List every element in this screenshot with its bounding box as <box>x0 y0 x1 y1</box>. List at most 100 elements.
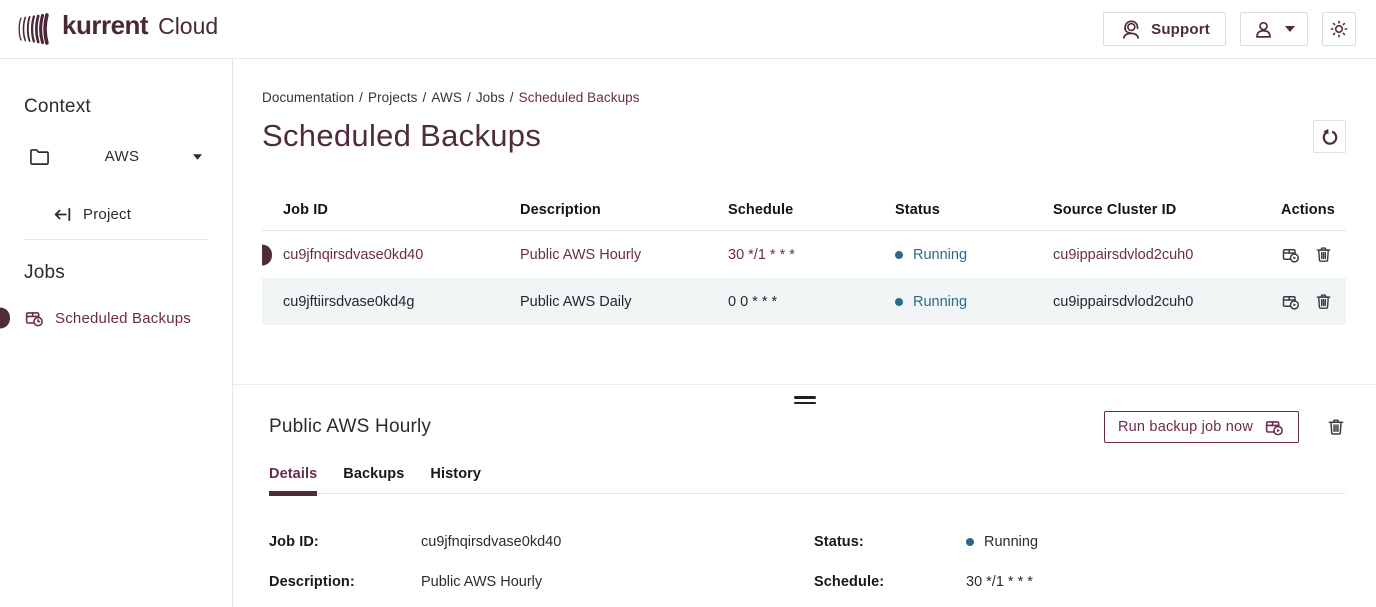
field-value-description: Public AWS Hourly <box>421 574 814 590</box>
page-title: Scheduled Backups <box>262 118 541 154</box>
trash-icon <box>1314 245 1333 264</box>
cell-schedule: 0 0 * * * <box>728 294 895 310</box>
jobs-table: Job ID Description Schedule Status Sourc… <box>262 189 1346 325</box>
breadcrumb: Documentation / Projects / AWS / Jobs / Schedule… <box>262 90 1376 105</box>
brand-name: kurrent <box>62 10 148 41</box>
field-label-status: Status: <box>814 534 966 550</box>
cell-actions <box>1281 292 1346 312</box>
cell-schedule: 30 */1 * * * <box>728 247 895 263</box>
breadcrumb-item[interactable]: Jobs <box>476 90 505 105</box>
brand-logo[interactable]: kurrent Cloud <box>18 10 218 48</box>
refresh-icon <box>1319 126 1341 148</box>
table-row[interactable]: cu9jfnqirsdvase0kd40 Public AWS Hourly 3… <box>262 231 1346 278</box>
cell-job-id: cu9jfnqirsdvase0kd40 <box>283 247 520 263</box>
sidebar: Context AWS Project Jobs <box>0 59 233 607</box>
status-label: Running <box>913 294 967 310</box>
sidebar-item-scheduled-backups[interactable]: Scheduled Backups <box>0 303 232 333</box>
panel-splitter <box>233 384 1376 404</box>
column-header-actions: Actions <box>1281 202 1346 218</box>
headset-icon <box>1119 18 1142 41</box>
column-header-job-id: Job ID <box>283 202 520 218</box>
cell-status: Running <box>895 294 1053 310</box>
job-detail-panel: Public AWS Hourly Run backup job now <box>233 404 1376 590</box>
delete-job-button[interactable] <box>1314 245 1333 264</box>
kurrent-waves-icon <box>18 10 52 48</box>
status-dot <box>895 251 903 259</box>
status-label: Running <box>913 247 967 263</box>
tab-backups[interactable]: Backups <box>343 466 404 493</box>
table-header-row: Job ID Description Schedule Status Sourc… <box>262 189 1346 231</box>
run-backup-button[interactable] <box>1281 245 1301 265</box>
sidebar-context-title: Context <box>24 96 232 118</box>
panel-tabs: Details Backups History <box>269 466 1346 494</box>
breadcrumb-item[interactable]: Documentation <box>262 90 354 105</box>
caret-down-icon <box>193 154 202 160</box>
sidebar-divider <box>24 239 208 240</box>
backup-play-icon <box>1281 245 1301 265</box>
refresh-button[interactable] <box>1313 120 1346 153</box>
top-bar: kurrent Cloud Support <box>0 0 1376 59</box>
breadcrumb-item[interactable]: AWS <box>431 90 462 105</box>
sidebar-jobs-title: Jobs <box>24 262 232 284</box>
theme-toggle-button[interactable] <box>1322 12 1356 46</box>
status-label: Running <box>984 534 1038 550</box>
cell-description: Public AWS Hourly <box>520 247 728 263</box>
account-menu-button[interactable] <box>1240 12 1308 46</box>
context-selector[interactable]: AWS <box>28 145 202 168</box>
context-selected-value: AWS <box>105 148 140 165</box>
backup-clock-icon <box>24 308 45 329</box>
breadcrumb-separator: / <box>467 90 471 105</box>
cell-job-id: cu9jftiirsdvase0kd4g <box>283 294 520 310</box>
field-value-status: Running <box>966 534 1346 550</box>
tab-details[interactable]: Details <box>269 466 317 493</box>
delete-job-button[interactable] <box>1326 417 1346 437</box>
breadcrumb-current: Scheduled Backups <box>519 90 640 105</box>
drag-handle-icon[interactable] <box>794 396 816 404</box>
table-row[interactable]: cu9jftiirsdvase0kd4g Public AWS Daily 0 … <box>262 278 1346 325</box>
field-value-schedule: 30 */1 * * * <box>966 574 1346 590</box>
column-header-description: Description <box>520 202 728 218</box>
trash-icon <box>1326 417 1346 437</box>
top-bar-actions: Support <box>1103 12 1356 46</box>
breadcrumb-separator: / <box>423 90 427 105</box>
field-value-job-id: cu9jfnqirsdvase0kd40 <box>421 534 814 550</box>
column-header-schedule: Schedule <box>728 202 895 218</box>
breadcrumb-separator: / <box>359 90 363 105</box>
backup-play-icon <box>1281 292 1301 312</box>
field-label-job-id: Job ID: <box>269 534 421 550</box>
run-backup-button[interactable] <box>1281 292 1301 312</box>
backup-play-icon <box>1264 417 1285 438</box>
column-header-status: Status <box>895 202 1053 218</box>
field-label-schedule: Schedule: <box>814 574 966 590</box>
panel-title: Public AWS Hourly <box>269 416 431 438</box>
status-dot <box>895 298 903 306</box>
column-header-source-cluster-id: Source Cluster ID <box>1053 202 1281 218</box>
cell-description: Public AWS Daily <box>520 294 728 310</box>
cell-actions <box>1281 245 1346 265</box>
content: Documentation / Projects / AWS / Jobs / Schedule… <box>233 59 1376 607</box>
cell-source-cluster-id: cu9ippairsdvlod2cuh0 <box>1053 247 1281 263</box>
run-button-label: Run backup job now <box>1118 419 1253 435</box>
status-dot <box>966 538 974 546</box>
user-icon <box>1253 19 1274 40</box>
sidebar-item-label: Scheduled Backups <box>55 310 191 327</box>
support-button[interactable]: Support <box>1103 12 1226 46</box>
run-backup-job-now-button[interactable]: Run backup job now <box>1104 411 1299 443</box>
folder-icon <box>28 145 51 168</box>
trash-icon <box>1314 292 1333 311</box>
breadcrumb-separator: / <box>510 90 514 105</box>
cell-source-cluster-id: cu9ippairsdvlod2cuh0 <box>1053 294 1281 310</box>
brand-product: Cloud <box>158 13 218 40</box>
breadcrumb-item[interactable]: Projects <box>368 90 418 105</box>
sun-icon <box>1329 19 1349 39</box>
project-label: Project <box>83 206 131 223</box>
cell-status: Running <box>895 247 1053 263</box>
caret-down-icon <box>1285 26 1295 32</box>
detail-fields: Job ID: cu9jfnqirsdvase0kd40 Status: Run… <box>269 534 1346 590</box>
tab-history[interactable]: History <box>430 466 481 493</box>
field-label-description: Description: <box>269 574 421 590</box>
support-label: Support <box>1151 21 1210 38</box>
back-to-project-link[interactable]: Project <box>52 204 232 225</box>
delete-job-button[interactable] <box>1314 292 1333 311</box>
arrow-left-to-bar-icon <box>52 204 73 225</box>
